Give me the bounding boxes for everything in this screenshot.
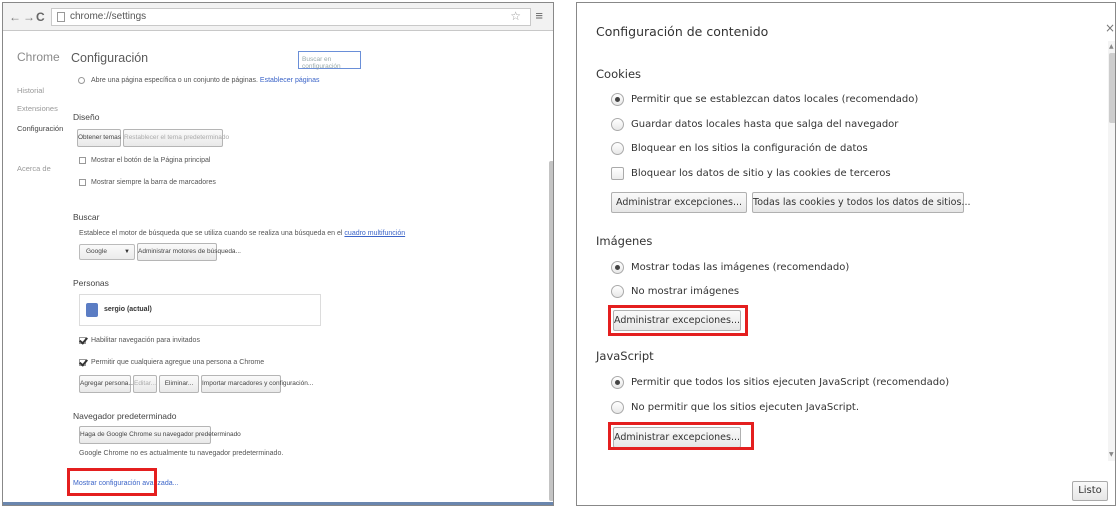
appearance-heading: Diseño xyxy=(73,112,100,122)
sidebar-item-settings[interactable]: Configuración xyxy=(17,124,63,133)
back-icon[interactable]: ← xyxy=(9,10,21,24)
settings-content: Configuración Buscar en configuración Ab… xyxy=(65,32,553,505)
search-description: Establece el motor de búsqueda que se ut… xyxy=(79,230,405,237)
search-heading: Buscar xyxy=(73,212,100,222)
address-bar[interactable]: chrome://settings xyxy=(51,8,531,26)
all-cookies-button[interactable]: Todas las cookies y todos los datos de s… xyxy=(752,192,971,213)
scrollbar[interactable] xyxy=(549,161,553,501)
search-engine-value: Google xyxy=(86,248,107,255)
cookies-session-label: Guardar datos locales hasta que salga de… xyxy=(631,119,899,130)
omnibox-link[interactable]: cuadro multifunción xyxy=(344,230,405,237)
startup-radio[interactable] xyxy=(78,77,85,84)
content-settings-dialog: Configuración de contenido × Cookies Per… xyxy=(576,2,1116,506)
javascript-allow-label: Permitir que todos los sitios ejecuten J… xyxy=(631,377,950,388)
people-heading: Personas xyxy=(73,278,109,288)
show-home-checkbox[interactable] xyxy=(79,157,86,164)
javascript-block-label: No permitir que los sitios ejecuten Java… xyxy=(631,402,860,413)
javascript-allow-radio[interactable] xyxy=(611,376,624,389)
show-bookmarks-checkbox[interactable] xyxy=(79,179,86,186)
close-icon[interactable]: × xyxy=(1105,21,1115,35)
chrome-settings-screenshot: ← → C chrome://settings ☆ ≡ Chrome Histo… xyxy=(2,2,554,506)
sidebar-brand: Chrome xyxy=(17,50,60,64)
cookies-allow-radio[interactable] xyxy=(611,93,624,106)
default-browser-status: Google Chrome no es actualmente tu naveg… xyxy=(79,450,284,457)
taskbar xyxy=(3,502,553,505)
address-bar-url: chrome://settings xyxy=(70,11,147,22)
startup-option-label: Abre una página específica o un conjunto… xyxy=(91,77,258,84)
images-show-label: Mostrar todas las imágenes (recomendado) xyxy=(631,262,850,273)
avatar xyxy=(86,303,98,317)
set-pages-link[interactable]: Establecer páginas xyxy=(260,77,320,84)
startup-option: Abre una página específica o un conjunto… xyxy=(91,77,319,84)
images-hide-radio[interactable] xyxy=(611,285,624,298)
javascript-heading: JavaScript xyxy=(596,349,654,363)
reload-icon[interactable]: C xyxy=(36,10,45,24)
block-third-party-checkbox[interactable] xyxy=(611,167,624,180)
bookmark-star-icon[interactable]: ☆ xyxy=(510,9,521,23)
guest-browsing-label: Habilitar navegación para invitados xyxy=(91,337,200,344)
anyone-add-person-checkbox[interactable] xyxy=(79,359,86,366)
manage-search-engines-button[interactable]: Administrar motores de búsqueda... xyxy=(137,243,241,261)
make-default-button[interactable]: Haga de Google Chrome su navegador prede… xyxy=(79,426,241,444)
add-person-button[interactable]: Agregar persona... xyxy=(79,375,134,393)
cookies-allow-label: Permitir que se establezcan datos locale… xyxy=(631,94,919,105)
highlight-box xyxy=(608,422,754,450)
page-title: Configuración xyxy=(71,51,149,65)
menu-icon[interactable]: ≡ xyxy=(535,8,543,23)
settings-sidebar: Chrome Historial Extensiones Configuraci… xyxy=(3,32,63,505)
search-engine-select[interactable]: Google ▼ xyxy=(79,244,135,260)
profile-name: sergio (actual) xyxy=(104,306,152,313)
sidebar-item-history[interactable]: Historial xyxy=(17,86,44,95)
cookies-manage-exceptions-button[interactable]: Administrar excepciones... xyxy=(611,192,747,213)
search-settings-input[interactable]: Buscar en configuración xyxy=(298,51,361,70)
get-themes-button[interactable]: Obtener temas xyxy=(77,129,121,147)
done-button[interactable]: Listo xyxy=(1072,481,1108,501)
sidebar-item-extensions[interactable]: Extensiones xyxy=(17,104,58,113)
remove-person-button[interactable]: Eliminar... xyxy=(159,375,199,393)
show-home-label: Mostrar el botón de la Página principal xyxy=(91,157,211,164)
cookies-session-radio[interactable] xyxy=(611,118,624,131)
browser-toolbar: ← → C chrome://settings ☆ ≡ xyxy=(3,3,553,31)
images-heading: Imágenes xyxy=(596,234,653,248)
dialog-title: Configuración de contenido xyxy=(596,24,769,39)
forward-icon[interactable]: → xyxy=(23,10,35,24)
import-bookmarks-button[interactable]: Importar marcadores y configuración... xyxy=(201,375,313,393)
dialog-scrollbar[interactable]: ▲ ▼ xyxy=(1108,41,1115,461)
profile-list[interactable]: sergio (actual) xyxy=(79,294,321,326)
anyone-add-person-label: Permitir que cualquiera agregue una pers… xyxy=(91,359,265,366)
show-bookmarks-label: Mostrar siempre la barra de marcadores xyxy=(91,179,216,186)
default-browser-heading: Navegador predeterminado xyxy=(73,411,177,421)
edit-person-button[interactable]: Editar... xyxy=(133,375,157,393)
cookies-block-label: Bloquear en los sitios la configuración … xyxy=(631,143,868,154)
dialog-body: Cookies Permitir que se establezcan dato… xyxy=(577,51,1108,461)
images-hide-label: No mostrar imágenes xyxy=(631,286,740,297)
cookies-heading: Cookies xyxy=(596,67,642,81)
page-icon xyxy=(57,12,65,22)
reset-theme-button[interactable]: Restablecer el tema predeterminado xyxy=(123,129,229,147)
javascript-block-radio[interactable] xyxy=(611,401,624,414)
scroll-up-icon[interactable]: ▲ xyxy=(1109,43,1114,50)
guest-browsing-checkbox[interactable] xyxy=(79,337,86,344)
scroll-down-icon[interactable]: ▼ xyxy=(1109,451,1114,458)
dropdown-arrow-icon: ▼ xyxy=(124,249,130,255)
search-description-text: Establece el motor de búsqueda que se ut… xyxy=(79,230,343,237)
sidebar-item-about[interactable]: Acerca de xyxy=(17,164,51,173)
highlight-box xyxy=(67,468,157,496)
scrollbar-thumb[interactable] xyxy=(1109,53,1115,123)
block-third-party-label: Bloquear los datos de sitio y las cookie… xyxy=(631,168,891,179)
images-show-radio[interactable] xyxy=(611,261,624,274)
cookies-block-radio[interactable] xyxy=(611,142,624,155)
highlight-box xyxy=(608,305,748,336)
